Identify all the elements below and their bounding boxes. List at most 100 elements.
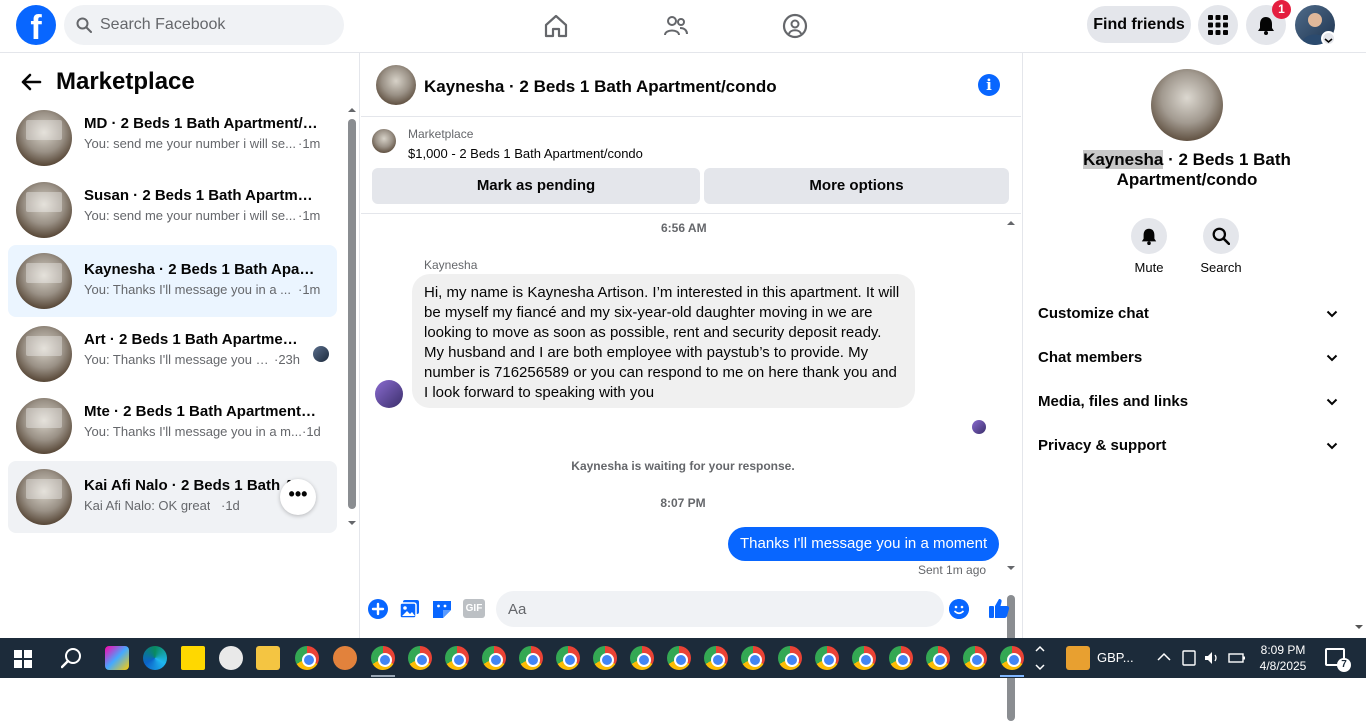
chat-title[interactable]: Kaynesha · 2 Beds 1 Bath Apartment/condo — [424, 77, 777, 97]
account-chevron-icon[interactable] — [1321, 31, 1336, 46]
app-icon[interactable] — [333, 646, 357, 670]
chrome-profile-icon[interactable] — [815, 646, 839, 670]
scroll-down-arrow-icon[interactable] — [1006, 565, 1016, 571]
copilot-icon[interactable] — [105, 646, 129, 670]
listing-thumbnail — [16, 182, 72, 238]
top-navigation-bar: f Find friends 1 — [0, 0, 1366, 53]
running-indicator — [371, 675, 395, 677]
conversation-time: ·1m — [298, 282, 321, 297]
read-receipt-avatar — [972, 420, 986, 434]
sticker-icon[interactable] — [431, 598, 453, 620]
chrome-profile-icon[interactable] — [778, 646, 802, 670]
media-files-links-section[interactable]: Media, files and links — [1038, 380, 1338, 424]
info-icon[interactable]: i — [978, 74, 1000, 96]
listing-thumbnail[interactable] — [372, 129, 396, 153]
emoji-icon[interactable] — [949, 599, 969, 619]
chrome-profile-icon[interactable] — [704, 646, 728, 670]
incoming-message[interactable]: Hi, my name is Kaynesha Artison. I’m int… — [412, 274, 915, 408]
message-input[interactable] — [496, 591, 944, 627]
search-bar[interactable] — [64, 5, 344, 45]
search-input[interactable] — [100, 5, 336, 45]
windows-start-icon[interactable] — [14, 650, 32, 668]
privacy-support-section[interactable]: Privacy & support — [1038, 424, 1338, 468]
chrome-profile-icon[interactable] — [408, 646, 432, 670]
more-options-button[interactable]: ••• — [280, 479, 316, 515]
chrome-profile-icon[interactable] — [963, 646, 987, 670]
listing-price-title[interactable]: $1,000 - 2 Beds 1 Bath Apartment/condo — [408, 146, 643, 161]
chrome-profile-icon[interactable] — [630, 646, 654, 670]
chrome-profile-icon[interactable] — [593, 646, 617, 670]
windows-taskbar: GBP... 8:09 PM 4/8/2025 7 — [0, 638, 1366, 678]
taskbar-search-icon[interactable] — [61, 647, 83, 669]
waiting-notice: Kaynesha is waiting for your response. — [571, 459, 795, 473]
facebook-logo[interactable]: f — [16, 5, 56, 45]
listing-thumbnail — [16, 253, 72, 309]
listing-thumbnail — [16, 326, 72, 382]
currency-widget-label[interactable]: GBP... — [1097, 650, 1134, 665]
chrome-icon[interactable] — [295, 646, 319, 670]
conversation-item[interactable]: MD · 2 Beds 1 Bath Apartment/c... You: s… — [8, 106, 337, 170]
groups-icon[interactable] — [775, 8, 815, 44]
chrome-profile-icon[interactable] — [482, 646, 506, 670]
chrome-profile-icon[interactable] — [741, 646, 765, 670]
chrome-profile-icon[interactable] — [926, 646, 950, 670]
taskbar-overflow-arrows-icon[interactable] — [1034, 642, 1046, 674]
chrome-profile-icon[interactable] — [519, 646, 543, 670]
currency-widget-icon[interactable] — [1066, 646, 1090, 670]
chat-details-title: Kaynesha · 2 Beds 1 Bath Apartment/condo — [1043, 150, 1331, 190]
chat-members-section[interactable]: Chat members — [1038, 336, 1338, 380]
more-options-button[interactable]: More options — [704, 168, 1009, 204]
sender-name: Kaynesha — [424, 258, 478, 272]
thumbs-up-icon[interactable] — [988, 597, 1010, 619]
conversation-list-panel: Marketplace MD · 2 Beds 1 Bath Apartment… — [0, 53, 360, 638]
edge-icon[interactable] — [143, 646, 167, 670]
customize-chat-section[interactable]: Customize chat — [1038, 292, 1338, 336]
apps-menu-button[interactable] — [1198, 5, 1238, 45]
listing-thumbnail — [16, 469, 72, 525]
friends-icon[interactable] — [656, 8, 696, 44]
conversation-item[interactable]: Kai Afi Nalo · 2 Beds 1 Bath A... Kai Af… — [8, 461, 337, 533]
window-scroll-down-icon[interactable] — [1354, 624, 1364, 630]
chrome-profile-icon[interactable] — [445, 646, 469, 670]
file-explorer-icon[interactable] — [256, 646, 280, 670]
device-icon[interactable] — [1182, 650, 1196, 666]
scroll-down-arrow-icon[interactable] — [347, 520, 357, 526]
mute-label: Mute — [1134, 260, 1164, 275]
battery-icon[interactable] — [1228, 651, 1246, 665]
scroll-up-arrow-icon[interactable] — [347, 107, 357, 113]
sender-avatar[interactable] — [375, 380, 403, 408]
chrome-profile-icon[interactable] — [556, 646, 580, 670]
home-icon[interactable] — [536, 8, 576, 44]
gif-icon[interactable]: GIF — [463, 599, 485, 618]
conversation-item-active[interactable]: Kaynesha · 2 Beds 1 Bath Apart... You: T… — [8, 245, 337, 317]
sticky-notes-icon[interactable] — [181, 646, 205, 670]
conversation-item[interactable]: Art · 2 Beds 1 Bath Apartment... You: Th… — [8, 322, 337, 386]
find-friends-button[interactable]: Find friends — [1087, 6, 1191, 43]
conversation-time: ·1m — [298, 208, 321, 223]
outgoing-message[interactable]: Thanks I'll message you in a moment — [728, 527, 1000, 561]
mute-button[interactable]: Mute — [1119, 218, 1179, 275]
plus-icon[interactable] — [367, 598, 389, 620]
mark-as-pending-button[interactable]: Mark as pending — [372, 168, 700, 204]
chrome-profile-icon[interactable] — [371, 646, 395, 670]
chat-avatar[interactable] — [376, 65, 416, 105]
chrome-profile-icon[interactable] — [889, 646, 913, 670]
scrollbar-thumb[interactable] — [348, 119, 356, 509]
app-icon[interactable] — [219, 646, 243, 670]
message-thread: 6:56 AM Kaynesha Hi, my name is Kaynesha… — [361, 215, 1021, 721]
listing-avatar[interactable] — [1151, 69, 1223, 141]
conversation-title: Art · 2 Beds 1 Bath Apartment... — [84, 331, 304, 348]
search-in-chat-button[interactable]: Search — [1191, 218, 1251, 275]
volume-icon[interactable] — [1204, 650, 1220, 666]
chrome-profile-icon[interactable] — [852, 646, 876, 670]
chrome-profile-icon[interactable] — [1000, 646, 1024, 670]
scroll-up-arrow-icon[interactable] — [1006, 220, 1016, 226]
back-arrow-icon[interactable] — [20, 71, 42, 93]
system-clock[interactable]: 8:09 PM 4/8/2025 — [1258, 642, 1308, 674]
chrome-profile-icon[interactable] — [667, 646, 691, 670]
conversation-item[interactable]: Mte · 2 Beds 1 Bath Apartment/c... You: … — [8, 394, 337, 458]
photo-icon[interactable] — [399, 598, 421, 620]
message-composer: GIF — [361, 585, 1021, 638]
conversation-item[interactable]: Susan · 2 Beds 1 Bath Apartment... You: … — [8, 178, 337, 242]
chevron-up-icon[interactable] — [1157, 652, 1171, 662]
